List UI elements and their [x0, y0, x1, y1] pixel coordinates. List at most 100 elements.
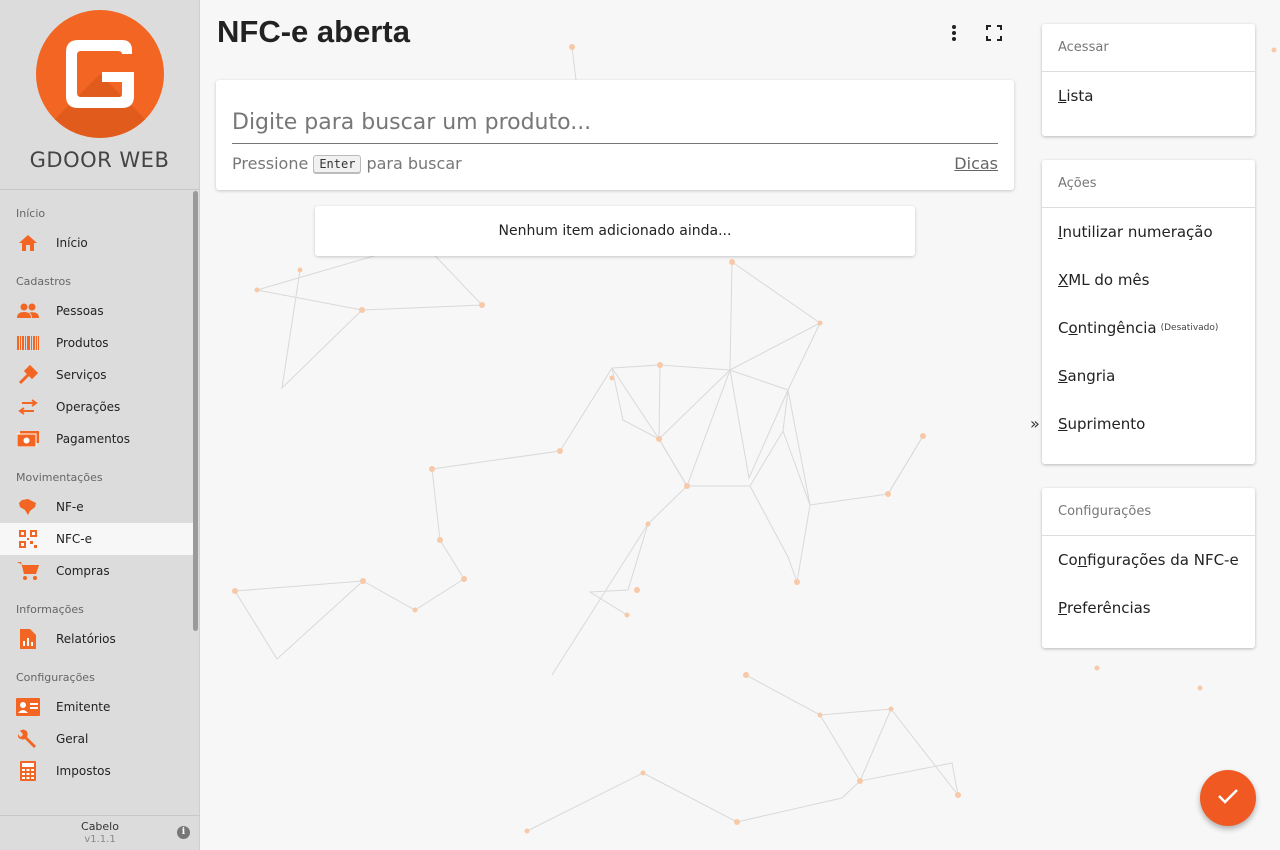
calculator-icon — [16, 761, 40, 781]
tools-icon — [16, 365, 40, 385]
item-label: uprimento — [1067, 415, 1146, 433]
card-acessar: Acessar Lista — [1042, 24, 1255, 136]
item-label: ML do mês — [1068, 271, 1150, 289]
sidebar-item-pessoas[interactable]: Pessoas — [0, 295, 193, 327]
sidebar-item-label: Produtos — [56, 336, 109, 350]
action-suprimento[interactable]: Suprimento — [1042, 400, 1255, 448]
item-mnemonic: P — [1058, 599, 1068, 617]
brazil-map-icon — [16, 497, 40, 517]
sidebar-item-relatorios[interactable]: Relatórios — [0, 623, 193, 655]
action-contingencia[interactable]: Co ntingência (Desativado) — [1042, 304, 1255, 352]
disabled-note: (Desativado) — [1160, 323, 1219, 333]
hint-text-after: para buscar — [366, 154, 462, 173]
check-icon — [1217, 788, 1239, 808]
item-mnemonic: S — [1058, 367, 1068, 385]
item-label: referências — [1067, 599, 1151, 617]
product-search-input[interactable] — [232, 102, 998, 144]
sidebar: GDOOR WEB Início Início Cadastros Pessoa… — [0, 0, 200, 850]
id-card-icon — [16, 697, 40, 717]
product-search-card: Pressione Enter para buscar Dicas — [216, 80, 1014, 190]
item-label: angria — [1067, 367, 1116, 385]
card-configuracoes: Configurações Co n figurações da NFC-e Pre… — [1042, 488, 1255, 648]
card-title: Ações — [1042, 160, 1255, 208]
sidebar-footer: Cabelo v1.1.1 i — [0, 815, 200, 850]
people-icon — [16, 301, 40, 321]
sidebar-item-pagamentos[interactable]: Pagamentos — [0, 423, 193, 455]
barcode-icon — [16, 333, 40, 353]
item-label: ista — [1066, 87, 1094, 105]
sidebar-item-label: Geral — [56, 732, 89, 746]
sidebar-item-produtos[interactable]: Produtos — [0, 327, 193, 359]
cart-icon — [16, 561, 40, 581]
sidebar-item-label: Impostos — [56, 764, 111, 778]
sidebar-item-compras[interactable]: Compras — [0, 555, 193, 587]
info-icon[interactable]: i — [177, 826, 190, 839]
action-preferencias[interactable]: Preferências — [1042, 584, 1255, 632]
action-lista[interactable]: Lista — [1042, 72, 1255, 120]
swap-icon — [16, 397, 40, 417]
tips-link[interactable]: Dicas — [954, 154, 998, 173]
sidebar-item-nfe[interactable]: NF-e — [0, 491, 193, 523]
app-version: v1.1.1 — [84, 834, 116, 845]
fullscreen-icon[interactable] — [983, 22, 1005, 44]
hint-text-before: Pressione — [232, 154, 309, 173]
item-label: figurações da NFC-e — [1087, 551, 1239, 569]
sidebar-nav: Início Início Cadastros Pessoas Produtos… — [0, 191, 193, 815]
money-icon — [16, 429, 40, 449]
item-prefix: Co — [1058, 551, 1078, 569]
user-name: Cabelo — [81, 820, 119, 833]
card-title: Configurações — [1042, 488, 1255, 536]
empty-items-message: Nenhum item adicionado ainda... — [315, 206, 915, 256]
sidebar-item-label: Emitente — [56, 700, 111, 714]
page-title: NFC-e aberta — [217, 14, 410, 49]
gdoor-logo[interactable] — [35, 10, 164, 138]
nav-section-movimentacoes: Movimentações — [16, 471, 103, 484]
report-icon — [16, 629, 40, 649]
sidebar-item-label: Relatórios — [56, 632, 116, 646]
sidebar-item-servicos[interactable]: Serviços — [0, 359, 193, 391]
action-xml-do-mes[interactable]: X ML do mês — [1042, 256, 1255, 304]
sidebar-scrollbar[interactable] — [193, 191, 198, 631]
action-sangria[interactable]: Sangria — [1042, 352, 1255, 400]
sidebar-item-emitente[interactable]: Emitente — [0, 691, 193, 723]
qrcode-icon — [16, 529, 40, 549]
sidebar-item-impostos[interactable]: Impostos — [0, 755, 193, 787]
sidebar-item-label: Operações — [56, 400, 121, 414]
card-acoes: Ações Inutilizar numeração X ML do mês Co… — [1042, 160, 1255, 464]
wrench-icon — [16, 729, 40, 749]
nav-section-cadastros: Cadastros — [16, 275, 71, 288]
sidebar-item-label: Pessoas — [56, 304, 104, 318]
search-hint: Pressione Enter para buscar — [232, 154, 462, 173]
collapse-panel-button[interactable]: » — [1030, 414, 1040, 433]
item-label: nutilizar numeração — [1062, 223, 1213, 241]
item-prefix: C — [1058, 319, 1069, 337]
action-configuracoes-nfce[interactable]: Co n figurações da NFC-e — [1042, 536, 1255, 584]
item-label: ntingência — [1077, 319, 1157, 337]
sidebar-item-label: NF-e — [56, 500, 84, 514]
card-title: Acessar — [1042, 24, 1255, 72]
home-icon — [16, 233, 40, 253]
enter-key: Enter — [313, 154, 362, 173]
sidebar-item-nfce[interactable]: NFC-e — [0, 523, 193, 555]
brand-area: GDOOR WEB — [0, 0, 199, 190]
sidebar-item-operacoes[interactable]: Operações — [0, 391, 193, 423]
sidebar-item-label: Serviços — [56, 368, 107, 382]
item-mnemonic: S — [1058, 415, 1068, 433]
sidebar-item-inicio[interactable]: Início — [0, 227, 193, 259]
item-mnemonic: n — [1077, 551, 1088, 569]
sidebar-item-label: Compras — [56, 564, 110, 578]
sidebar-item-label: NFC-e — [56, 532, 92, 546]
action-inutilizar-numeracao[interactable]: Inutilizar numeração — [1042, 208, 1255, 256]
item-mnemonic: o — [1068, 319, 1078, 337]
item-mnemonic: X — [1058, 271, 1069, 289]
sidebar-item-label: Início — [56, 236, 88, 250]
nav-section-configuracoes: Configurações — [16, 671, 95, 684]
nav-section-inicio: Início — [16, 207, 46, 220]
sidebar-item-geral[interactable]: Geral — [0, 723, 193, 755]
more-vert-icon[interactable] — [943, 22, 965, 44]
brand-name: GDOOR WEB — [29, 148, 170, 172]
nav-section-informacoes: Informações — [16, 603, 84, 616]
item-mnemonic: L — [1058, 87, 1067, 105]
confirm-fab-button[interactable] — [1200, 770, 1256, 826]
sidebar-item-label: Pagamentos — [56, 432, 130, 446]
